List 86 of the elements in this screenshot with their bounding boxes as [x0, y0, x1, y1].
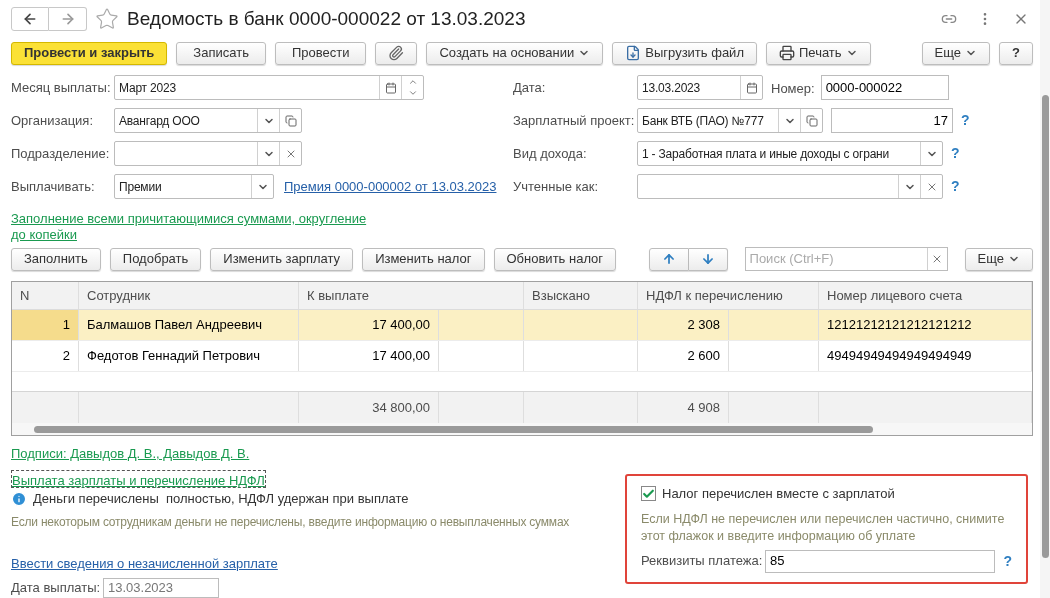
- vertical-scrollbar[interactable]: [1040, 0, 1050, 598]
- help-link[interactable]: ?: [961, 110, 970, 131]
- input-field[interactable]: Март 2023: [114, 75, 424, 100]
- input-field[interactable]: Премии: [114, 174, 274, 199]
- move-up-button[interactable]: [648, 247, 689, 271]
- open-icon[interactable]: [284, 114, 297, 127]
- horizontal-scrollbar[interactable]: [12, 423, 1032, 435]
- more-button[interactable]: Еще: [921, 41, 991, 65]
- field-label: Подразделение:: [11, 144, 111, 163]
- input-field[interactable]: 0000-000022: [820, 75, 949, 100]
- input-field[interactable]: 13.03.2023: [103, 578, 219, 598]
- table-toolbar-button[interactable]: Подобрать: [109, 247, 202, 271]
- toolbar-button[interactable]: Записать: [176, 41, 266, 65]
- table-toolbar-button[interactable]: Обновить налог: [493, 247, 617, 271]
- input-field[interactable]: 1 - Заработная плата и иные доходы с ограни: [637, 141, 943, 166]
- hint-text: Если некоторым сотрудникам деньги не перечислены, введите информацию о невыплаченных суммах: [11, 514, 570, 530]
- info-icon: [11, 491, 27, 507]
- table-cell: 17 400,00: [299, 310, 439, 340]
- input-field[interactable]: 85: [765, 549, 996, 573]
- spin-down-icon[interactable]: [407, 88, 418, 98]
- field-label: Реквизиты платежа:: [641, 552, 764, 571]
- post-and-close-button[interactable]: Провести и закрыть: [11, 41, 168, 65]
- table-toolbar-button[interactable]: Изменить зарплату: [210, 247, 354, 271]
- column-header[interactable]: Номер лицевого счета: [819, 282, 1032, 309]
- table-cell: 2: [12, 341, 79, 371]
- printer-icon: [779, 45, 795, 61]
- column-header[interactable]: Сотрудник: [79, 282, 299, 309]
- fill-settings-link[interactable]: Заполнение всеми причитающимися суммами, округление до копейки: [11, 211, 381, 243]
- field-label: Выплачивать:: [11, 177, 96, 196]
- table-toolbar-button[interactable]: Заполнить: [11, 247, 101, 271]
- payment-section-link[interactable]: Выплата зарплаты и перечисление НДФЛ: [11, 470, 266, 488]
- field-label: Зарплатный проект:: [513, 111, 636, 130]
- input-field[interactable]: 13.03.2023: [637, 75, 763, 100]
- field-label: Организация:: [11, 111, 95, 130]
- column-header[interactable]: К выплате: [299, 282, 524, 309]
- help-link[interactable]: ?: [1003, 550, 1012, 572]
- table-cell: 17 400,00: [299, 341, 439, 371]
- file-download-icon: [625, 45, 642, 61]
- table-cell: 1: [12, 310, 79, 340]
- column-header[interactable]: N: [12, 282, 79, 309]
- tax-hint-text: Если НДФЛ не перечислен или перечислен частично, снимите этот флажок и введите информацию об уплате: [641, 510, 1006, 545]
- calendar-icon[interactable]: [384, 81, 397, 94]
- field-label: Месяц выплаты:: [11, 78, 112, 97]
- more-button[interactable]: Еще: [964, 247, 1033, 271]
- field-label: Учтенные как:: [513, 177, 600, 196]
- input-field[interactable]: [637, 174, 943, 199]
- spin-up-icon[interactable]: [407, 77, 418, 87]
- input-field[interactable]: Авангард ООО: [114, 108, 302, 133]
- payment-status-text: Деньги перечислены полностью, НДФЛ удержан при выплате: [33, 490, 409, 509]
- help-link[interactable]: ?: [951, 176, 960, 197]
- table-cell: Федотов Геннадий Петрович: [79, 341, 299, 371]
- field-label: Дата выплаты:: [11, 579, 102, 598]
- table-cell: 49494949494949494949: [819, 341, 1032, 371]
- print-button[interactable]: Печать: [766, 41, 871, 65]
- paperclip-icon: [388, 45, 405, 61]
- help-button[interactable]: ?: [999, 41, 1033, 65]
- field-label: Номер:: [771, 80, 815, 96]
- open-icon[interactable]: [805, 114, 818, 127]
- toolbar-button[interactable]: Провести: [274, 41, 367, 65]
- attach-button[interactable]: [375, 41, 418, 65]
- back-button[interactable]: [11, 7, 49, 31]
- table-cell: Балмашов Павел Андреевич: [79, 310, 299, 340]
- input-field[interactable]: 17: [831, 108, 953, 133]
- bonus-link[interactable]: Премия 0000-000002 от 13.03.2023: [284, 176, 497, 197]
- back-arrow-icon: [22, 11, 38, 27]
- column-header[interactable]: Взыскано: [524, 282, 638, 309]
- table-cell: 2 308: [638, 310, 729, 340]
- checkbox-label[interactable]: Налог перечислен вместе с зарплатой: [662, 484, 895, 504]
- window-title: Ведомость в банк 0000-000022 от 13.03.2023: [127, 6, 526, 31]
- table-cell: 2 600: [638, 341, 729, 371]
- calendar-icon[interactable]: [745, 81, 758, 94]
- create-based-on-button[interactable]: Создать на основании: [426, 41, 604, 65]
- unpaid-salary-link[interactable]: Ввести сведения о незачисленной зарплате: [11, 554, 623, 578]
- move-down-button[interactable]: [688, 247, 728, 271]
- table-cell: 12121212121212121212: [819, 310, 1032, 340]
- checkbox[interactable]: [641, 486, 656, 502]
- input-field[interactable]: Банк ВТБ (ПАО) №777: [637, 108, 823, 133]
- help-link[interactable]: ?: [951, 143, 960, 164]
- export-file-button[interactable]: Выгрузить файл: [612, 41, 757, 65]
- column-header[interactable]: НДФЛ к перечислению: [638, 282, 819, 309]
- field-label: Дата:: [513, 78, 547, 97]
- signatures-link[interactable]: Подписи: Давыдов Д. В., Давыдов Д. В.: [11, 444, 623, 470]
- field-label: Вид дохода:: [513, 144, 588, 163]
- input-field[interactable]: [114, 141, 302, 166]
- star-icon[interactable]: [95, 7, 119, 31]
- table-toolbar-button[interactable]: Изменить налог: [362, 247, 485, 271]
